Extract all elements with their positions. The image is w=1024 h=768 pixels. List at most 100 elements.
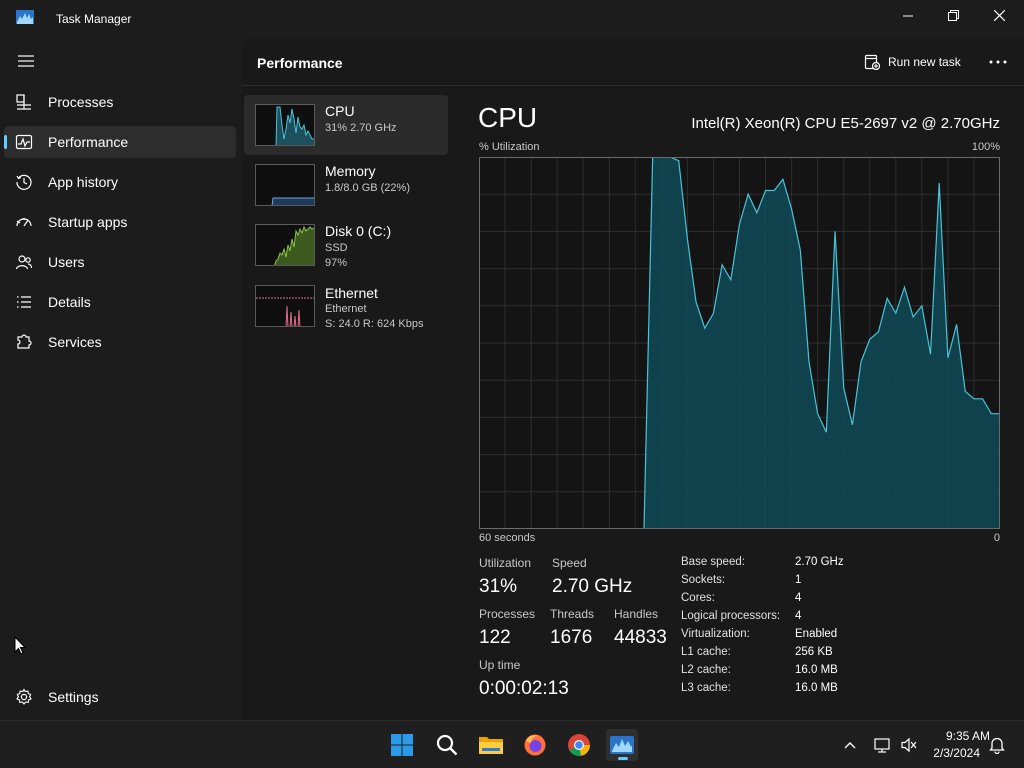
resource-item-disk[interactable]: Disk 0 (C:) SSD 97%	[244, 215, 448, 275]
close-icon	[993, 9, 1005, 21]
resource-detail: 97%	[325, 257, 348, 269]
info-value: 256 KB	[795, 646, 833, 658]
utilization-value: 31%	[479, 576, 518, 597]
resource-item-ethernet[interactable]: Ethernet Ethernet S: 24.0 R: 624 Kbps	[244, 281, 448, 341]
active-app-indicator	[618, 757, 628, 760]
cpu-thumbnail-graph	[255, 104, 315, 146]
resource-title: CPU	[478, 102, 538, 133]
resource-detail: SSD	[325, 242, 348, 254]
services-puzzle-icon	[17, 334, 32, 349]
info-value: 16.0 MB	[795, 664, 838, 676]
page-header: Performance Run new task	[242, 38, 1024, 86]
processes-icon	[16, 94, 31, 110]
nav-item-label: Settings	[48, 689, 99, 705]
memory-thumbnail-graph	[255, 164, 315, 206]
volume-muted-icon	[901, 737, 917, 753]
performance-icon	[15, 134, 33, 150]
resource-item-memory[interactable]: Memory 1.8/8.0 GB (22%)	[244, 155, 448, 215]
speed-value: 2.70 GHz	[552, 576, 633, 597]
info-key: Sockets:	[681, 574, 726, 586]
nav-item-label: Details	[48, 294, 91, 310]
info-value: 1	[795, 574, 802, 586]
minimize-icon	[902, 15, 913, 16]
threads-label: Threads	[550, 607, 595, 621]
run-new-task-label: Run new task	[888, 55, 961, 69]
close-button[interactable]	[976, 0, 1022, 30]
hamburger-icon	[18, 55, 34, 67]
ethernet-thumbnail-graph	[255, 285, 315, 327]
task-manager-app-icon	[16, 10, 34, 24]
more-options-button[interactable]	[984, 50, 1012, 74]
info-value: Enabled	[795, 628, 838, 640]
title-bar: Task Manager	[0, 0, 1024, 38]
nav-item-services[interactable]: Services	[4, 326, 236, 358]
clock-date[interactable]: 2/3/2024	[922, 746, 980, 760]
processes-value: 122	[479, 627, 511, 648]
utilization-label: Utilization	[479, 556, 532, 570]
resource-item-cpu[interactable]: CPU 31% 2.70 GHz	[244, 95, 448, 155]
network-status-button[interactable]	[870, 729, 896, 761]
window-title: Task Manager	[56, 12, 132, 26]
processes-label: Processes	[479, 607, 536, 621]
resource-detail: S: 24.0 R: 624 Kbps	[325, 318, 424, 330]
nav-item-users[interactable]: Users	[4, 246, 236, 278]
history-icon	[16, 174, 32, 190]
resource-name: CPU	[325, 103, 355, 119]
clock-time[interactable]: 9:35 AM	[922, 729, 990, 743]
resource-detail: 31% 2.70 GHz	[325, 122, 397, 134]
task-manager-taskbar-button[interactable]	[606, 729, 638, 761]
uptime-label: Up time	[479, 658, 521, 672]
nav-item-details[interactable]: Details	[4, 286, 236, 318]
handles-value: 44833	[614, 627, 667, 648]
nav-item-label: Performance	[48, 134, 129, 150]
main-content: Performance Run new task CPU 31% 2.70 GH…	[242, 38, 1024, 720]
more-dots-icon	[989, 60, 1007, 64]
graph-x-left-label: 60 seconds	[479, 532, 536, 544]
run-task-icon	[864, 54, 880, 70]
task-manager-icon	[610, 736, 634, 754]
show-hidden-icons-button[interactable]	[836, 729, 864, 761]
search-icon	[436, 734, 458, 756]
restore-button[interactable]	[930, 0, 976, 30]
speed-label: Speed	[552, 556, 587, 570]
page-title: Performance	[257, 55, 343, 71]
info-key: L2 cache:	[681, 664, 731, 676]
nav-item-label: Startup apps	[48, 214, 128, 230]
navigation-pane: Processes Performance App history Startu…	[0, 38, 242, 720]
firefox-icon	[524, 734, 546, 756]
minimize-button[interactable]	[885, 0, 931, 30]
gear-icon	[16, 688, 32, 705]
nav-item-settings[interactable]: Settings	[4, 681, 236, 713]
users-icon	[15, 255, 33, 270]
resource-detail: Ethernet	[325, 303, 367, 315]
run-new-task-button[interactable]: Run new task	[858, 48, 967, 76]
windows-start-icon	[391, 734, 413, 756]
nav-item-performance[interactable]: Performance	[4, 126, 236, 158]
resource-name: Ethernet	[325, 285, 378, 301]
hamburger-menu-button[interactable]	[14, 50, 38, 72]
start-button[interactable]	[386, 729, 418, 761]
nav-item-label: Processes	[48, 94, 114, 110]
search-button[interactable]	[431, 729, 463, 761]
handles-label: Handles	[614, 607, 659, 621]
network-icon	[874, 738, 890, 753]
nav-item-processes[interactable]: Processes	[4, 86, 236, 118]
taskbar: 9:35 AM 2/3/2024	[0, 720, 1024, 768]
info-key: Cores:	[681, 592, 715, 604]
nav-item-label: Users	[48, 254, 85, 270]
graph-x-right-label: 0	[993, 532, 1000, 544]
info-key: Virtualization:	[681, 628, 750, 640]
nav-item-startup-apps[interactable]: Startup apps	[4, 206, 236, 238]
details-list-icon	[17, 296, 31, 308]
firefox-button[interactable]	[519, 729, 551, 761]
info-key: Base speed:	[681, 556, 745, 568]
info-value: 2.70 GHz	[795, 556, 844, 568]
volume-button[interactable]	[896, 729, 922, 761]
nav-item-app-history[interactable]: App history	[4, 166, 236, 198]
chrome-icon	[568, 734, 591, 757]
disk-thumbnail-graph	[255, 224, 315, 266]
file-explorer-button[interactable]	[475, 729, 507, 761]
restore-icon	[947, 9, 959, 21]
chrome-button[interactable]	[563, 729, 595, 761]
notifications-button[interactable]	[984, 729, 1010, 761]
